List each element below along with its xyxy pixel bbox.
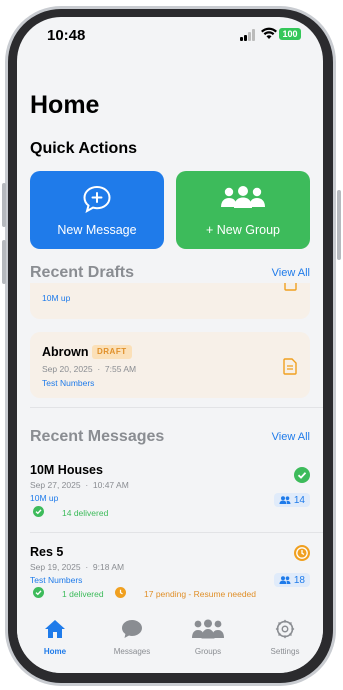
status-bar: 10:48 100 xyxy=(17,17,323,61)
delivered-check-icon xyxy=(33,587,44,598)
new-group-button[interactable]: + New Group xyxy=(176,171,310,249)
drafts-view-all-link[interactable]: View All xyxy=(272,267,310,279)
draft-name: Abrown xyxy=(42,345,89,359)
home-icon xyxy=(45,620,65,638)
chat-bubble-icon xyxy=(122,620,142,638)
pending-count: 17 pending - Resume needed xyxy=(144,589,256,599)
new-message-label: New Message xyxy=(57,223,137,237)
pending-status-icon xyxy=(294,545,310,561)
volume-up-button xyxy=(2,183,6,227)
groups-icon xyxy=(192,619,224,639)
message-group-label: Test Numbers xyxy=(30,575,83,585)
divider xyxy=(30,532,323,533)
recent-messages-title: Recent Messages xyxy=(30,428,165,445)
recent-drafts-title: Recent Drafts xyxy=(30,264,135,281)
message-name: 10M Houses xyxy=(30,463,103,477)
document-icon xyxy=(284,283,297,291)
divider xyxy=(30,407,323,408)
new-group-label: + New Group xyxy=(206,223,280,237)
draft-card[interactable]: Abrown DRAFT Sep 20, 2025 · 7:55 AM Test… xyxy=(30,332,310,398)
compose-bubble-icon xyxy=(83,185,111,213)
tab-home-label: Home xyxy=(43,647,67,656)
new-message-button[interactable]: New Message xyxy=(30,171,164,249)
signal-icon xyxy=(240,29,257,41)
delivered-count: 1 delivered xyxy=(62,589,104,599)
recent-messages-header: Recent Messages View All xyxy=(17,426,323,452)
app-screen: 10:48 100 Home Quick Actions New Message… xyxy=(17,17,323,673)
tab-messages-label: Messages xyxy=(113,647,151,656)
draft-badge: DRAFT xyxy=(92,345,132,359)
power-button xyxy=(337,190,341,260)
gear-icon xyxy=(275,619,295,639)
tab-messages[interactable]: Messages xyxy=(97,619,167,656)
pending-clock-icon xyxy=(115,587,126,598)
draft-group-label: 10M up xyxy=(42,293,71,303)
messages-view-all-link[interactable]: View All xyxy=(272,431,310,443)
quick-actions-title: Quick Actions xyxy=(30,140,137,157)
tab-settings-label: Settings xyxy=(270,647,300,656)
draft-timestamp: Sep 20, 2025 · 7:55 AM xyxy=(42,364,137,374)
people-icon xyxy=(279,576,291,584)
recipient-count-badge: 14 xyxy=(273,493,310,507)
message-timestamp: Sep 19, 2025 · 9:18 AM xyxy=(30,562,125,572)
document-icon xyxy=(283,358,297,375)
status-time: 10:48 xyxy=(47,27,86,44)
draft-card-partial[interactable]: 10M up xyxy=(30,283,310,319)
group-people-icon xyxy=(221,186,265,208)
tab-bar: Home Messages Groups Settings xyxy=(17,613,323,673)
page-title: Home xyxy=(30,91,100,119)
tab-groups[interactable]: Groups xyxy=(173,619,243,656)
tab-groups-label: Groups xyxy=(194,647,222,656)
volume-down-button xyxy=(2,240,6,284)
draft-group-label: Test Numbers xyxy=(42,378,95,388)
recipient-count-badge: 18 xyxy=(273,573,310,587)
tab-settings[interactable]: Settings xyxy=(250,619,320,656)
delivered-check-icon xyxy=(33,506,44,517)
message-timestamp: Sep 27, 2025 · 10:47 AM xyxy=(30,480,129,490)
people-icon xyxy=(279,496,291,504)
message-list-item[interactable]: 10M Houses Sep 27, 2025 · 10:47 AM 10M u… xyxy=(17,463,323,527)
wifi-icon xyxy=(261,27,277,39)
delivered-status-icon xyxy=(294,467,310,483)
tab-home[interactable]: Home xyxy=(20,619,90,656)
message-name: Res 5 xyxy=(30,545,64,559)
battery-indicator: 100 xyxy=(279,28,301,40)
message-list-item[interactable]: Res 5 Sep 19, 2025 · 9:18 AM Test Number… xyxy=(17,545,323,609)
delivered-count: 14 delivered xyxy=(62,508,109,518)
message-group-label: 10M up xyxy=(30,493,59,503)
